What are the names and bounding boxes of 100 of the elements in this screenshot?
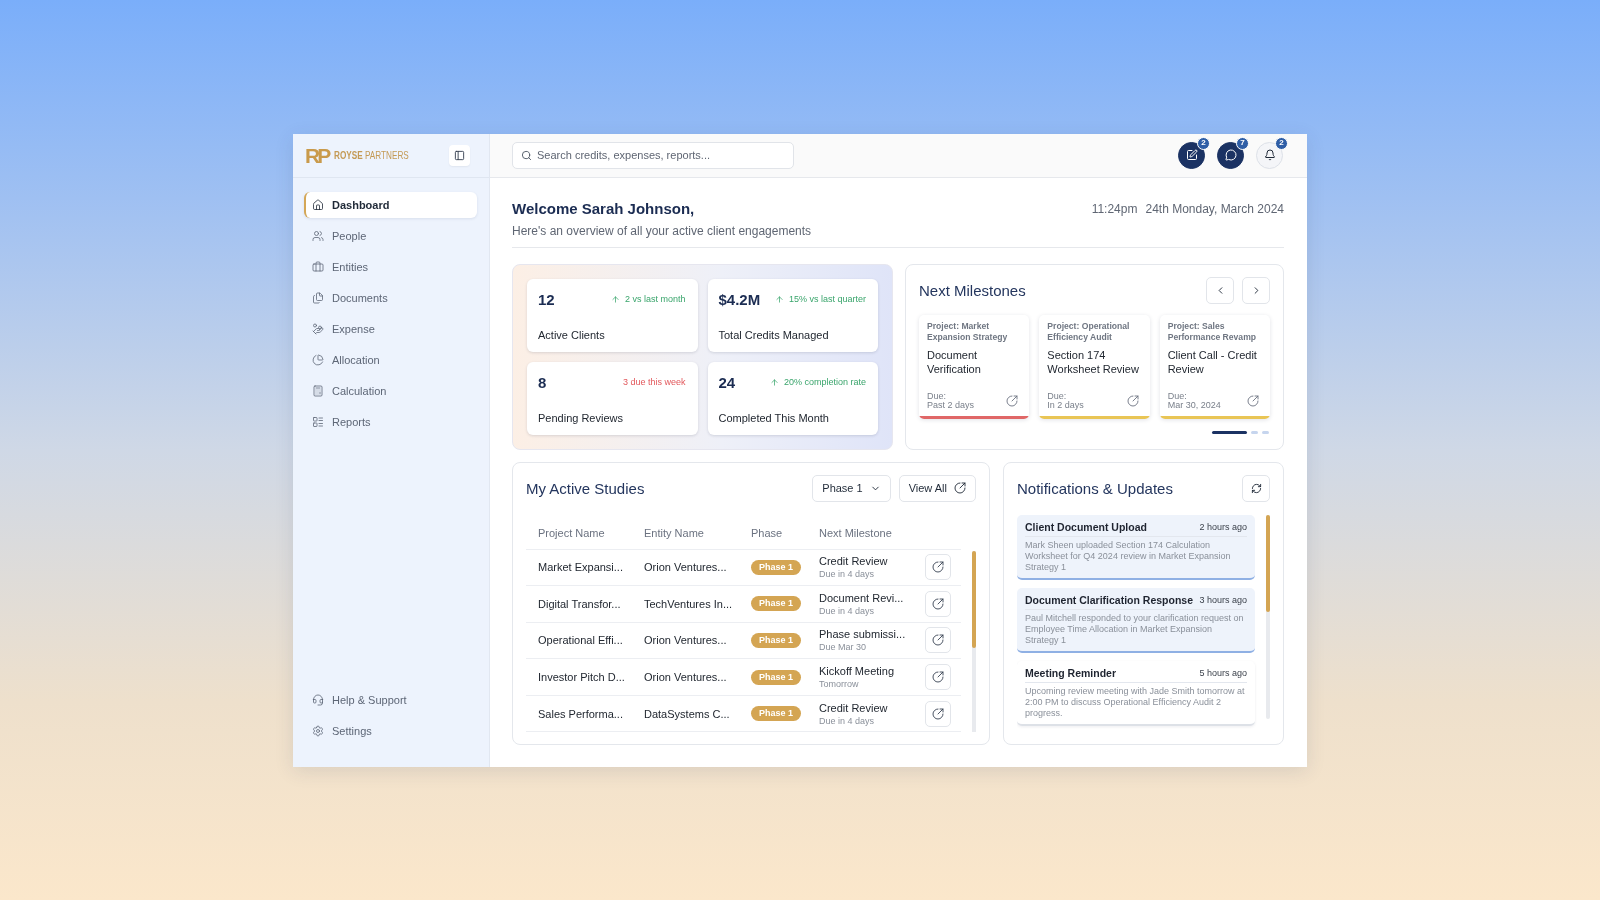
- scrollbar-thumb[interactable]: [972, 550, 976, 648]
- column-header: Phase: [751, 527, 784, 539]
- phase-dropdown[interactable]: Phase 1: [812, 474, 891, 502]
- bell-icon: [1263, 149, 1276, 161]
- arrow-up-icon: [610, 294, 620, 304]
- milestone-project: Project: Operational Efficiency Audit: [1047, 320, 1131, 344]
- home-icon: [312, 198, 324, 211]
- nav-item[interactable]: Calculation: [304, 377, 477, 404]
- notification-card[interactable]: Meeting Reminder 5 hours ago Upcoming review meeting with Jade Smith tomorrow at 2:00 PM to discuss Operational Efficiency Audit 2 progress.: [1017, 660, 1255, 726]
- panel-title: My Active Studies: [526, 479, 645, 497]
- notification-card[interactable]: Client Document Upload 2 hours ago Mark Sheen uploaded Section 174 Calculation Worksheet for Q4 2024 review in Market Expansion Strategy 1: [1017, 514, 1255, 580]
- welcome-subtitle: Here's an overview of all your active client engagements: [512, 223, 812, 239]
- stat-value: 12: [538, 290, 555, 308]
- milestone-due: Due in 4 days: [819, 569, 876, 580]
- search-field[interactable]: Search credits, expenses, reports...: [512, 141, 794, 169]
- milestone-due: Due in 4 days: [819, 605, 876, 616]
- arrow-circle-icon: [932, 634, 944, 647]
- milestone-name: Phase submissi...: [819, 628, 907, 641]
- panel-title: Next Milestones: [919, 281, 1026, 299]
- nav-item[interactable]: Settings: [304, 717, 477, 744]
- arrow-circle-icon[interactable]: [1006, 395, 1019, 407]
- pie-chart-icon: [312, 353, 324, 366]
- chat-icon: [1224, 149, 1237, 161]
- column-header: Entity Name: [644, 527, 705, 539]
- scrollbar-thumb[interactable]: [1266, 514, 1270, 612]
- milestone-project: Project: Market Expansion Strategy: [927, 320, 1009, 344]
- view-all-button[interactable]: View All: [898, 474, 976, 502]
- current-time: 11:24pm: [1091, 200, 1138, 218]
- open-button[interactable]: [925, 700, 951, 727]
- calculator-icon: [312, 384, 324, 397]
- notification-text: Upcoming review meeting with Jade Smith tomorrow at 2:00 PM to discuss Operational Efficiency Audit 2 progress.: [1025, 685, 1246, 719]
- stat-value: 8: [538, 373, 547, 391]
- open-button[interactable]: [925, 664, 951, 691]
- arrow-circle-icon[interactable]: [1247, 395, 1259, 407]
- project-name: Market Expansi...: [538, 561, 624, 574]
- open-button[interactable]: [925, 590, 951, 617]
- arrow-circle-icon: [932, 561, 944, 574]
- open-button[interactable]: [925, 554, 951, 581]
- column-header: Next Milestone: [819, 527, 893, 539]
- notification-card[interactable]: Document Clarification Response 3 hours ago Paul Mitchell responded to your clarification request on Employee Time Allocation in Market Expansion Strategy 1: [1017, 587, 1255, 653]
- nav-item[interactable]: People: [304, 222, 477, 249]
- nav-item[interactable]: Dashboard: [304, 191, 477, 218]
- column-header: Project Name: [538, 527, 606, 539]
- nav-item[interactable]: Reports: [304, 408, 477, 435]
- arrow-circle-icon: [932, 597, 944, 610]
- project-name: Digital Transfor...: [538, 597, 622, 610]
- notification-time: 5 hours ago: [1199, 667, 1247, 678]
- search-icon: [521, 149, 532, 161]
- notification-text: Paul Mitchell responded to your clarification request on Employee Time Allocation in Market Expansion Strategy 1: [1025, 612, 1245, 646]
- milestone-card[interactable]: Project: Operational Efficiency Audit Section 174 Worksheet Review Due: In 2 days: [1039, 314, 1150, 419]
- stat-label: Total Credits Managed: [718, 328, 830, 341]
- notification-time: 3 hours ago: [1199, 594, 1247, 605]
- stat-label: Completed This Month: [718, 411, 830, 424]
- milestone-due: Due Mar 30: [819, 642, 868, 653]
- entity-name: Orion Ventures...: [644, 634, 728, 647]
- notification-title: Client Document Upload: [1025, 520, 1147, 533]
- open-button[interactable]: [925, 627, 951, 654]
- due-label: Due:: [1167, 391, 1188, 401]
- milestone-card[interactable]: Project: Sales Performance Revamp Client Call - Credit Review Due: Mar 30, 2024: [1159, 314, 1270, 419]
- notification-title: Document Clarification Response: [1025, 593, 1194, 606]
- milestone-title: Section 174 Worksheet Review: [1047, 347, 1140, 376]
- phase-tag: Phase 1: [751, 706, 802, 722]
- notification-text: Mark Sheen uploaded Section 174 Calculation Worksheet for Q4 2024 review in Market Expansion Strategy 1: [1025, 539, 1232, 573]
- count-badge: 7: [1236, 136, 1249, 150]
- refresh-button[interactable]: [1242, 474, 1270, 502]
- current-date: 24th Monday, March 2024: [1145, 200, 1284, 218]
- nav-item[interactable]: Allocation: [304, 346, 477, 373]
- milestone-card[interactable]: Project: Market Expansion Strategy Document Verification Due: Past 2 days: [919, 314, 1030, 419]
- project-name: Operational Effi...: [538, 634, 624, 647]
- nav-item[interactable]: Help & Support: [304, 686, 477, 713]
- scrollbar-track[interactable]: [972, 550, 976, 732]
- welcome-title: Welcome Sarah Johnson,: [512, 199, 696, 218]
- settings-icon: [312, 724, 324, 737]
- nav-item[interactable]: Expense: [304, 315, 477, 342]
- due-label: Due:: [927, 391, 947, 401]
- arrow-circle-icon[interactable]: [1126, 395, 1139, 407]
- edit-icon: [1185, 149, 1198, 161]
- stat-trend: 20% completion rate: [783, 377, 866, 387]
- count-badge: 2: [1275, 136, 1288, 150]
- stat-trend: 2 vs last month: [624, 294, 686, 304]
- panel-icon: [454, 149, 465, 161]
- stat-label: Pending Reviews: [538, 411, 624, 424]
- scrollbar-track[interactable]: [1266, 514, 1270, 719]
- stat-value: $4.2M: [718, 290, 761, 308]
- nav-item[interactable]: Entities: [304, 253, 477, 280]
- milestone-name: Credit Review: [819, 701, 889, 714]
- people-icon: [312, 229, 324, 242]
- entity-name: Orion Ventures...: [644, 671, 728, 684]
- arrow-circle-icon: [954, 482, 966, 494]
- nav-item[interactable]: Documents: [304, 284, 477, 311]
- entity-name: TechVentures In...: [644, 597, 734, 610]
- refresh-icon: [1250, 482, 1262, 494]
- milestone-due: Due in 4 days: [819, 715, 876, 726]
- notification-title: Meeting Reminder: [1025, 666, 1116, 679]
- project-name: Sales Performa...: [538, 707, 624, 720]
- arrow-up-icon: [769, 377, 779, 387]
- page-indicator[interactable]: [1212, 430, 1247, 434]
- collapse-sidebar-button[interactable]: [449, 144, 470, 166]
- milestone-name: Kickoff Meeting: [819, 665, 895, 678]
- arrow-up-icon: [774, 294, 784, 304]
